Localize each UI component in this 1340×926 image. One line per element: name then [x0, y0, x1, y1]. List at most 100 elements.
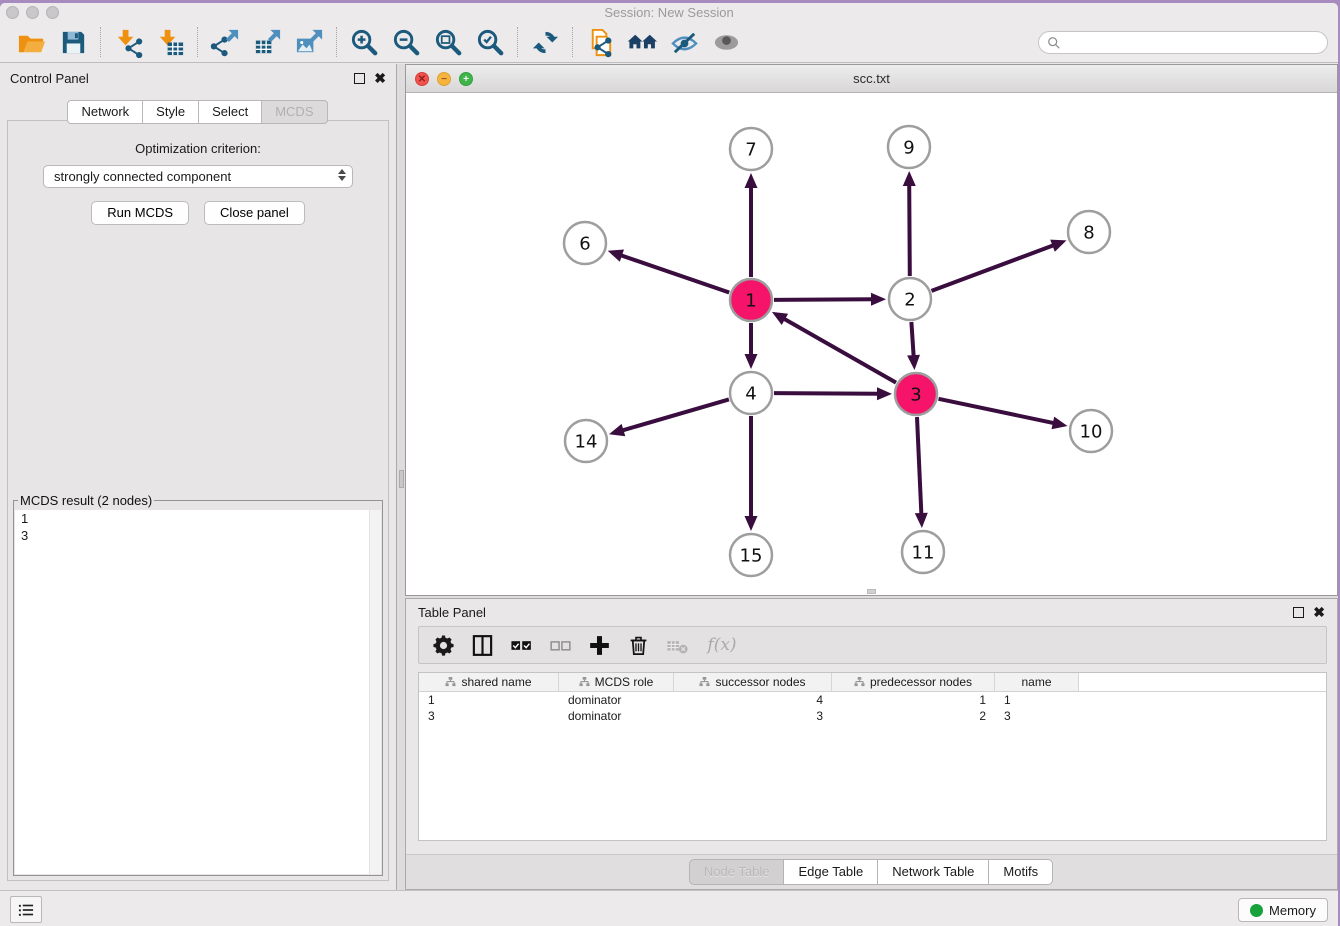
close-window-button[interactable] [6, 6, 19, 19]
close-panel-icon[interactable]: ✖ [374, 73, 386, 84]
mcds-result-textarea[interactable]: 13 [15, 510, 381, 874]
show-all-button[interactable] [705, 25, 747, 59]
gear-button[interactable] [431, 633, 455, 657]
network-minimize-button[interactable]: − [437, 72, 451, 86]
trash-button[interactable] [626, 633, 650, 657]
float-panel-icon[interactable] [354, 73, 365, 84]
zoom-out-button[interactable] [385, 25, 427, 59]
graph-edge-arrow [903, 171, 916, 186]
table-row[interactable]: 3dominator323 [419, 708, 1326, 724]
tab-select[interactable]: Select [198, 100, 262, 124]
save-icon [58, 27, 89, 58]
maximize-window-button[interactable] [46, 6, 59, 19]
table-cell: 3 [419, 708, 559, 724]
graph-edge-1-6[interactable] [620, 255, 729, 293]
network-window-titlebar: ✕ − + scc.txt [406, 65, 1337, 93]
memory-button[interactable]: Memory [1238, 898, 1328, 922]
tab-network[interactable]: Network [67, 100, 143, 124]
graph-edge-3-1[interactable] [783, 318, 896, 382]
save-button[interactable] [52, 25, 94, 59]
run-mcds-button[interactable]: Run MCDS [91, 201, 189, 225]
select-all-button[interactable] [509, 633, 533, 657]
workspace: Control Panel ✖ NetworkStyleSelectMCDS O… [0, 64, 1338, 890]
deselect-all-button[interactable] [548, 633, 572, 657]
optimization-criterion-label: Optimization criterion: [8, 141, 388, 156]
select-all-icon [510, 634, 533, 657]
import-table-button[interactable] [149, 25, 191, 59]
import-network-button[interactable] [107, 25, 149, 59]
tab-motifs[interactable]: Motifs [988, 859, 1053, 885]
graph-node-label-10: 10 [1080, 421, 1103, 442]
control-panel-tabs: NetworkStyleSelectMCDS [0, 100, 396, 124]
export-table-icon [252, 27, 283, 58]
column-header-MCDS-role[interactable]: MCDS role [559, 673, 674, 691]
table-row[interactable]: 1dominator411 [419, 692, 1326, 708]
zoom-out-icon [391, 27, 422, 58]
delete-table-button [665, 633, 689, 657]
mcds-result-line: 1 [15, 510, 381, 527]
column-label: shared name [461, 675, 531, 689]
refresh-button[interactable] [524, 25, 566, 59]
network-zoom-button[interactable]: + [459, 72, 473, 86]
criterion-dropdown[interactable]: strongly connected component [43, 165, 353, 188]
open-folder-button[interactable] [10, 25, 52, 59]
network-close-button[interactable]: ✕ [415, 72, 429, 86]
graph-edge-arrow [608, 250, 624, 262]
hide-selected-icon [669, 27, 700, 58]
add-button[interactable] [587, 633, 611, 657]
table-close-panel-icon[interactable]: ✖ [1313, 607, 1325, 618]
panel-splitter-handle[interactable] [399, 470, 404, 488]
table-float-panel-icon[interactable] [1293, 607, 1304, 618]
tab-edge-table[interactable]: Edge Table [783, 859, 878, 885]
show-panels-button[interactable] [10, 896, 42, 923]
search-input[interactable] [1061, 33, 1327, 52]
search-icon [1047, 36, 1061, 50]
graph-edge-1-2[interactable] [774, 299, 873, 300]
graph-edge-3-11[interactable] [917, 417, 921, 515]
export-image-button[interactable] [288, 25, 330, 59]
show-all-icon [711, 27, 742, 58]
graph-edge-4-14[interactable] [622, 399, 729, 430]
table-cell: dominator [559, 708, 674, 724]
network-view-window: ✕ − + scc.txt 7968124314101511 [405, 64, 1338, 596]
column-label: name [1021, 675, 1051, 689]
graph-edge-2-8[interactable] [932, 245, 1055, 291]
column-header-successor-nodes[interactable]: successor nodes [674, 673, 832, 691]
tab-mcds[interactable]: MCDS [261, 100, 327, 124]
column-header-shared-name[interactable]: shared name [419, 673, 559, 691]
network-canvas[interactable]: 7968124314101511 [406, 93, 1337, 595]
graph-node-label-2: 2 [904, 289, 915, 310]
status-bar: Memory [0, 890, 1338, 926]
result-scrollbar[interactable] [369, 510, 381, 874]
column-header-predecessor-nodes[interactable]: predecessor nodes [832, 673, 995, 691]
zoom-in-button[interactable] [343, 25, 385, 59]
zoom-selected-button[interactable] [469, 25, 511, 59]
tab-node-table[interactable]: Node Table [689, 859, 785, 885]
column-header-name[interactable]: name [995, 673, 1079, 691]
graph-edge-2-3[interactable] [911, 322, 913, 357]
graph-node-label-6: 6 [579, 233, 590, 254]
hide-selected-button[interactable] [663, 25, 705, 59]
graph-edge-3-10[interactable] [939, 399, 1055, 424]
graph-edge-arrow [745, 516, 758, 531]
toolbar-separator [336, 27, 337, 57]
graph-edge-4-3[interactable] [774, 393, 879, 394]
minimize-window-button[interactable] [26, 6, 39, 19]
tab-style[interactable]: Style [142, 100, 199, 124]
close-panel-button[interactable]: Close panel [204, 201, 305, 225]
clone-network-button[interactable] [579, 25, 621, 59]
graph-edge-2-9[interactable] [909, 184, 910, 276]
export-image-icon [294, 27, 325, 58]
graph-edge-arrow [745, 173, 758, 188]
function-button: f(x) [704, 633, 740, 657]
application-window: Session: New Session Control Panel ✖ Net… [0, 3, 1338, 926]
zoom-fit-button[interactable] [427, 25, 469, 59]
export-table-button[interactable] [246, 25, 288, 59]
columns-button[interactable] [470, 633, 494, 657]
canvas-resize-handle[interactable] [867, 589, 876, 594]
table-panel-title: Table Panel [418, 605, 1293, 620]
home-button[interactable] [621, 25, 663, 59]
tab-network-table[interactable]: Network Table [877, 859, 989, 885]
export-network-button[interactable] [204, 25, 246, 59]
column-type-icon [854, 677, 865, 687]
